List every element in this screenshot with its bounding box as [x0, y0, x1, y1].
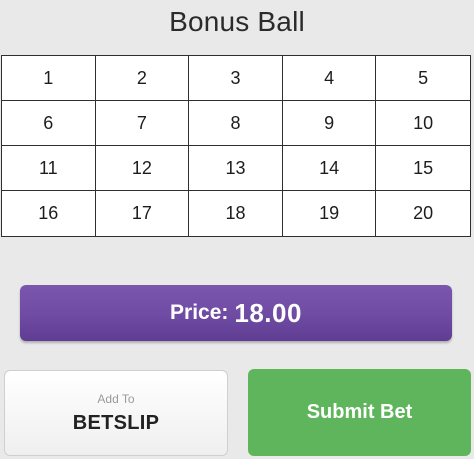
page-title: Bonus Ball: [169, 6, 305, 37]
price-value: 18.00: [234, 297, 302, 328]
ball-cell[interactable]: 13: [189, 146, 283, 191]
ball-cell[interactable]: 7: [95, 101, 190, 146]
ball-cell[interactable]: 2: [95, 56, 190, 101]
ball-cell[interactable]: 18: [189, 191, 283, 236]
ball-cell[interactable]: 1: [2, 56, 96, 101]
ball-cell[interactable]: 5: [376, 56, 470, 101]
ball-cell[interactable]: 11: [2, 146, 96, 191]
ball-cell[interactable]: 8: [189, 101, 283, 146]
ball-cell[interactable]: 15: [376, 146, 470, 191]
ball-cell[interactable]: 20: [376, 191, 470, 236]
ball-cell[interactable]: 9: [282, 101, 377, 146]
bonus-ball-grid: 1 2 3 4 5 6 7 8 9 10 11 12 13 14 15 16 17 18 19 20: [1, 55, 471, 237]
ball-cell[interactable]: 4: [282, 56, 377, 101]
add-to-betslip-button[interactable]: Add To BETSLIP: [4, 370, 228, 456]
ball-cell[interactable]: 12: [95, 146, 190, 191]
ball-cell[interactable]: 19: [283, 191, 377, 236]
price-label: Price:: [170, 301, 229, 324]
ball-cell[interactable]: 17: [96, 191, 190, 236]
ball-cell[interactable]: 3: [189, 56, 283, 101]
betslip-label: BETSLIP: [72, 411, 160, 434]
add-to-label: Add To: [97, 391, 135, 406]
price-bar: Price: 18.00: [20, 285, 452, 341]
ball-cell[interactable]: 10: [376, 101, 470, 146]
ball-cell[interactable]: 6: [2, 101, 96, 146]
submit-bet-button[interactable]: Submit Bet: [248, 369, 471, 456]
ball-cell[interactable]: 16: [2, 191, 96, 236]
ball-cell[interactable]: 14: [282, 146, 377, 191]
